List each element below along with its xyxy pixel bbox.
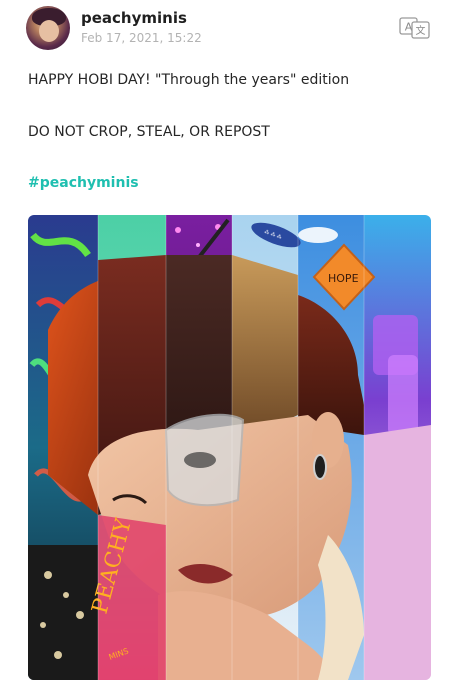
- hope-sign-text: HOPE: [328, 272, 359, 285]
- post-artwork-image[interactable]: ⁂ ⁂ ⁂ HOPE PEACHY MINS: [28, 215, 431, 680]
- translate-icon[interactable]: A 文: [399, 17, 431, 39]
- username[interactable]: peachyminis: [81, 9, 187, 27]
- avatar-face: [39, 20, 59, 42]
- post-caption-line1: HAPPY HOBI DAY! "Through the years" edit…: [28, 72, 350, 88]
- avatar[interactable]: [26, 6, 70, 50]
- post-timestamp: Feb 17, 2021, 15:22: [81, 31, 202, 45]
- svg-text:文: 文: [416, 24, 426, 37]
- hashtag-link[interactable]: #peachyminis: [28, 175, 139, 191]
- post-caption-line2: DO NOT CROP, STEAL, OR REPOST: [28, 124, 270, 140]
